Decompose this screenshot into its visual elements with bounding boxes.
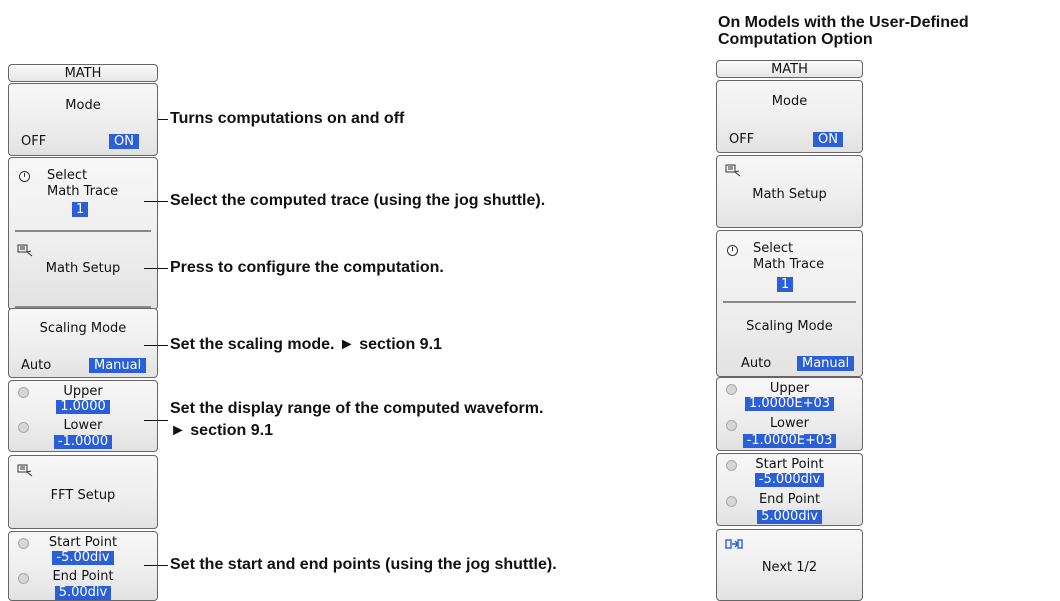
annotation-setup: Press to configure the computation. <box>170 259 444 276</box>
jog-knob-icon <box>727 245 738 256</box>
left-mode-label: Mode <box>65 98 101 113</box>
left-select-label: Select <box>47 168 88 183</box>
right-mode-softkey[interactable]: Mode OFF ON <box>716 80 863 153</box>
scaling-leader-line <box>144 345 168 346</box>
left-end-value: 5.00div <box>54 586 112 600</box>
setup-menu-icon <box>17 464 33 477</box>
left-menu-header: MATH <box>8 64 158 82</box>
right-mode-label: Mode <box>771 94 808 109</box>
left-lower-label: Lower <box>63 418 103 433</box>
right-lower-value: -1.0000E+03 <box>742 434 837 448</box>
left-select-trace-softkey[interactable]: Select Math Trace 1 Math Setup <box>8 157 158 310</box>
left-scaling-mode-softkey[interactable]: Scaling Mode Auto Manual <box>8 308 158 378</box>
right-title-line1: On Models with the User-Defined <box>718 14 969 31</box>
right-end-label: End Point <box>758 492 821 507</box>
left-fft-setup-softkey[interactable]: FFT Setup <box>8 455 158 529</box>
jog-knob-icon <box>19 171 30 182</box>
right-upper-value: 1.0000E+03 <box>744 397 835 411</box>
right-points-softkey[interactable]: Start Point -5.000div End Point 5.000div <box>716 453 863 526</box>
right-next-label: Next 1/2 <box>761 560 818 575</box>
right-next-softkey[interactable]: Next 1/2 <box>716 529 863 601</box>
left-trace-number: 1 <box>72 202 89 217</box>
left-upper-label: Upper <box>63 384 103 399</box>
right-math-setup-softkey[interactable]: Math Setup <box>716 155 863 228</box>
setup-leader-line <box>144 268 168 269</box>
left-points-softkey[interactable]: Start Point -5.00div End Point 5.00div <box>8 531 158 601</box>
right-mode-off: OFF <box>729 132 755 147</box>
points-leader-line <box>144 565 168 566</box>
right-lower-label: Lower <box>770 416 809 431</box>
setup-menu-icon <box>725 164 741 177</box>
right-start-value: -5.000div <box>754 473 825 487</box>
annotation-mode: Turns computations on and off <box>170 110 405 127</box>
right-select-divider <box>723 301 856 303</box>
left-mode-off: OFF <box>21 134 47 149</box>
right-scaling-auto: Auto <box>741 356 772 371</box>
left-range-softkey[interactable]: Upper 1.0000 Lower -1.0000 <box>8 380 158 452</box>
annotation-range-line1: Set the display range of the computed wa… <box>170 400 544 417</box>
setup-menu-icon <box>17 244 33 257</box>
right-end-value: 5.000div <box>757 510 822 524</box>
select-leader-line <box>144 201 168 202</box>
left-start-label: Start Point <box>48 535 118 550</box>
left-lower-value: -1.0000 <box>53 435 113 449</box>
right-range-softkey[interactable]: Upper 1.0000E+03 Lower -1.0000E+03 <box>716 377 863 451</box>
right-start-label: Start Point <box>755 457 824 472</box>
left-select-divider <box>15 230 151 232</box>
left-end-label: End Point <box>52 569 114 584</box>
right-mode-on: ON <box>813 132 843 147</box>
right-scaling-manual: Manual <box>797 356 855 371</box>
left-math-trace-label: Math Trace <box>47 184 119 199</box>
annotation-range-line2: ► section 9.1 <box>170 422 273 439</box>
right-math-setup-label: Math Setup <box>752 187 827 202</box>
left-upper-value: 1.0000 <box>56 400 110 414</box>
left-scaling-auto: Auto <box>21 358 52 373</box>
right-trace-number: 1 <box>777 277 794 292</box>
right-select-trace-softkey[interactable]: Select 1 Math Trace 1 Scaling Mode Auto … <box>716 230 863 377</box>
right-menu-header: MATH <box>716 60 863 78</box>
right-select-label: Select <box>753 241 794 256</box>
right-title-line2: Computation Option <box>718 31 873 48</box>
mode-leader-line <box>158 119 168 120</box>
right-menu-header-label: MATH <box>771 62 808 77</box>
left-mode-on: ON <box>109 134 139 149</box>
left-math-setup-label: Math Setup <box>45 261 121 276</box>
left-scaling-label: Scaling Mode <box>39 321 127 336</box>
right-upper-label: Upper <box>769 381 810 396</box>
left-mode-softkey[interactable]: Mode OFF ON <box>8 83 158 156</box>
left-menu-header-label: MATH <box>64 66 102 81</box>
left-start-value: -5.00div <box>52 551 114 565</box>
annotation-points: Set the start and end points (using the … <box>170 556 557 573</box>
left-scaling-manual: Manual <box>89 358 147 373</box>
right-math-trace-label-text: Math Trace <box>753 257 825 272</box>
left-fft-setup-label: FFT Setup <box>50 488 116 503</box>
annotation-scaling: Set the scaling mode. ► section 9.1 <box>170 336 442 353</box>
right-scaling-label: Scaling Mode <box>746 319 833 334</box>
next-page-icon <box>725 539 743 549</box>
annotation-select: Select the computed trace (using the jog… <box>170 192 546 209</box>
range-leader-line <box>144 420 168 421</box>
